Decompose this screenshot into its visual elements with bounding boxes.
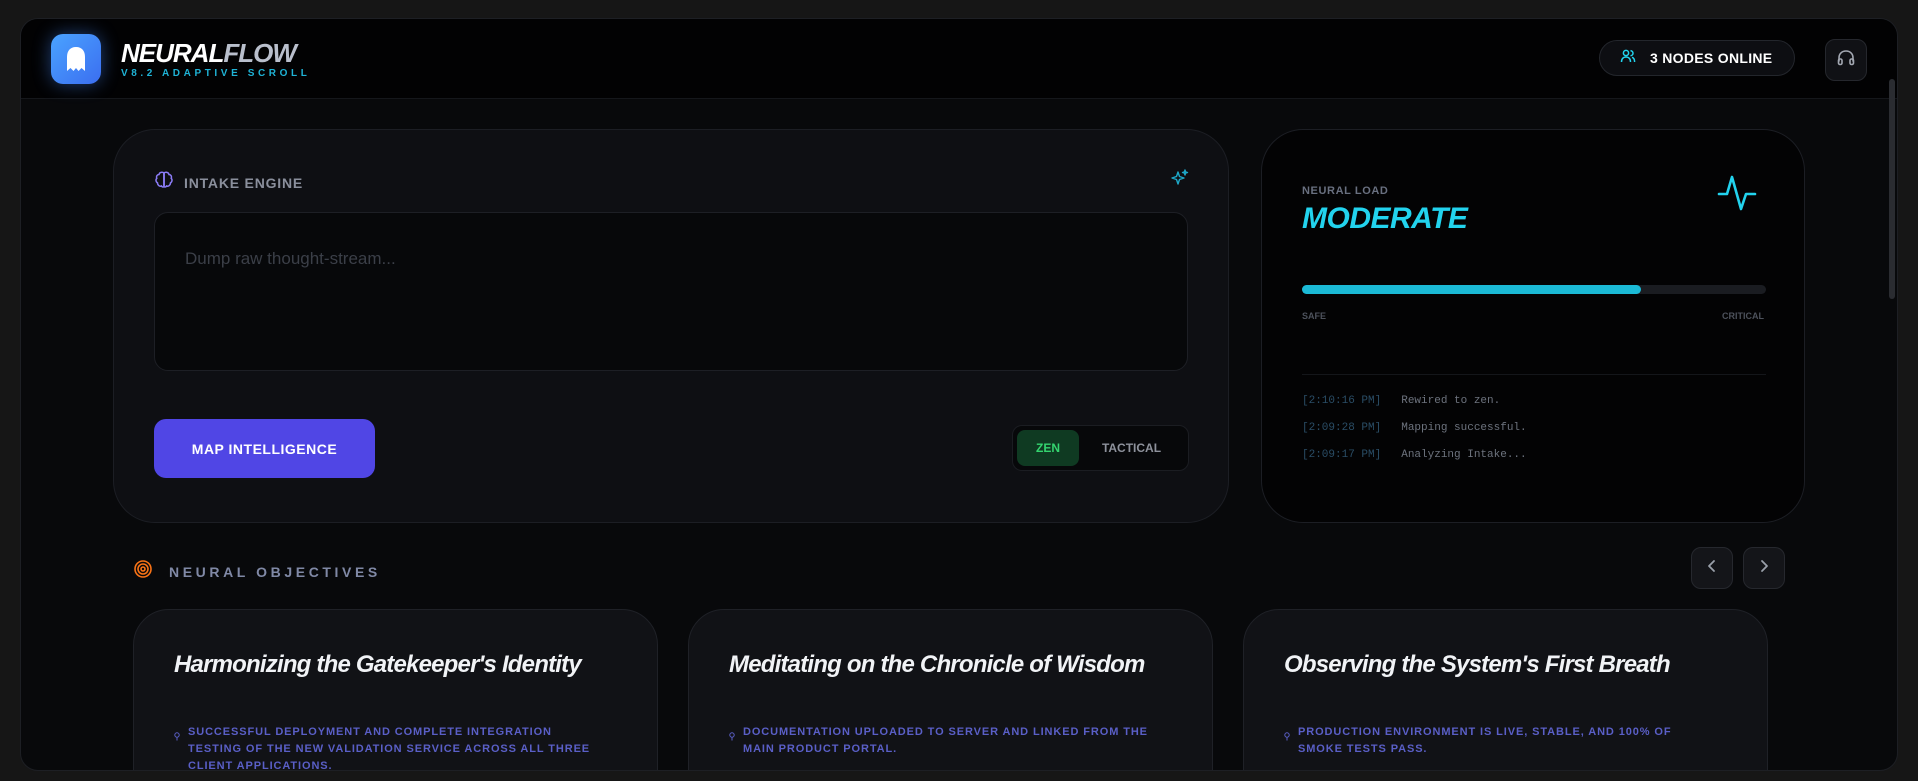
nodes-online-label: 3 NODES ONLINE [1650, 50, 1773, 66]
brain-icon [154, 170, 174, 195]
brand-title: NEURALFLOW [121, 38, 297, 68]
neural-load-status: MODERATE [1302, 202, 1468, 235]
pin-icon [174, 728, 180, 770]
objective-title: Observing the System's First Breath [1284, 651, 1671, 678]
nodes-online-badge[interactable]: 3 NODES ONLINE [1599, 40, 1795, 76]
activity-pulse-icon [1716, 172, 1758, 219]
thought-stream-input[interactable] [154, 212, 1188, 371]
objective-description: PRODUCTION ENVIRONMENT IS LIVE, STABLE, … [1284, 724, 1704, 758]
neural-load-bar-fill [1302, 285, 1641, 294]
objective-description: SUCCESSFUL DEPLOYMENT AND COMPLETE INTEG… [174, 724, 594, 770]
scale-safe-label: SAFE [1302, 311, 1327, 321]
objective-card[interactable]: Harmonizing the Gatekeeper's Identity SU… [133, 609, 658, 770]
pin-icon [729, 728, 735, 758]
intake-engine-label: INTAKE ENGINE [184, 174, 304, 191]
log-message: Mapping successful. [1401, 422, 1527, 434]
next-button[interactable] [1743, 547, 1785, 589]
chevron-right-icon [1757, 559, 1771, 578]
neural-load-label: NEURAL LOAD [1302, 185, 1389, 197]
top-header: NEURALFLOW V8.2 ADAPTIVE SCROLL 3 NODES … [21, 19, 1897, 99]
ghost-icon [51, 34, 101, 84]
previous-button[interactable] [1691, 547, 1733, 589]
scrollbar[interactable] [1889, 79, 1895, 299]
log-timestamp: [2:10:16 PM] [1302, 395, 1382, 407]
target-icon [133, 559, 153, 584]
log-entry: [2:09:28 PM] Mapping successful. [1302, 422, 1527, 449]
neural-load-bar [1302, 285, 1766, 294]
log-message: Analyzing Intake... [1401, 449, 1527, 461]
headphones-button[interactable] [1825, 39, 1867, 81]
log-entry: [2:10:16 PM] Rewired to zen. [1302, 395, 1527, 422]
chevron-left-icon [1705, 559, 1719, 578]
neural-objectives-header: NEURAL OBJECTIVES [133, 559, 381, 584]
sparkles-icon[interactable] [1170, 168, 1190, 193]
mode-zen-option[interactable]: ZEN [1017, 430, 1079, 466]
users-icon [1620, 48, 1636, 69]
log-timestamp: [2:09:28 PM] [1302, 422, 1382, 434]
headphones-icon [1836, 48, 1856, 73]
mode-tactical-option[interactable]: TACTICAL [1079, 430, 1184, 466]
log-message: Rewired to zen. [1401, 395, 1501, 407]
scale-critical-label: CRITICAL [1722, 311, 1764, 321]
pin-icon [1284, 728, 1290, 758]
brand-subtitle: V8.2 ADAPTIVE SCROLL [121, 68, 311, 79]
divider [1302, 374, 1766, 375]
objective-description: DOCUMENTATION UPLOADED TO SERVER AND LIN… [729, 724, 1149, 758]
objective-title: Meditating on the Chronicle of Wisdom [729, 651, 1145, 678]
neural-objectives-label: NEURAL OBJECTIVES [169, 563, 381, 580]
mode-toggle: ZEN TACTICAL [1012, 425, 1189, 471]
intake-engine-header: INTAKE ENGINE [154, 170, 303, 195]
app-window: NEURALFLOW V8.2 ADAPTIVE SCROLL 3 NODES … [20, 18, 1898, 771]
map-intelligence-button[interactable]: MAP INTELLIGENCE [154, 419, 375, 478]
activity-log: [2:10:16 PM] Rewired to zen. [2:09:28 PM… [1302, 395, 1527, 476]
objective-card[interactable]: Observing the System's First Breath PROD… [1243, 609, 1768, 770]
log-entry: [2:09:17 PM] Analyzing Intake... [1302, 449, 1527, 476]
objective-card[interactable]: Meditating on the Chronicle of Wisdom DO… [688, 609, 1213, 770]
intake-engine-card: INTAKE ENGINE MAP INTELLIGENCE ZEN TACTI… [113, 129, 1229, 523]
log-timestamp: [2:09:17 PM] [1302, 449, 1382, 461]
objective-title: Harmonizing the Gatekeeper's Identity [174, 651, 582, 678]
neural-load-card: NEURAL LOAD MODERATE SAFE CRITICAL [2:10… [1261, 129, 1805, 523]
